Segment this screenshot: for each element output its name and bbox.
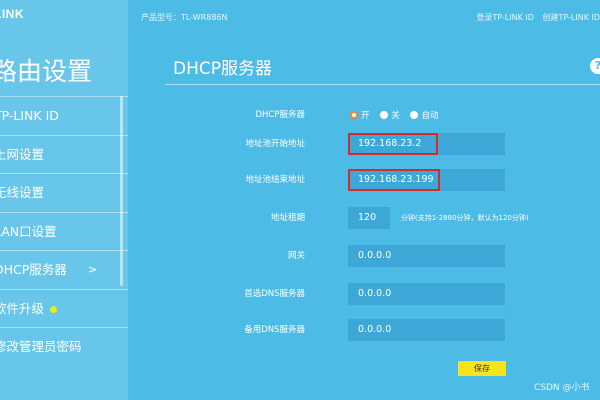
start-address-label: 地址池开始地址	[245, 139, 305, 149]
radio-on-label: 开	[361, 111, 370, 121]
chevron-right-icon: >	[88, 263, 98, 276]
radio-off[interactable]: 关	[380, 109, 400, 121]
login-link[interactable]: 登录TP-LINK ID	[476, 13, 534, 22]
update-dot-icon	[50, 305, 57, 313]
sidebar-menu: TP-LINK ID 上网设置 无线设置 LAN口设置 DHCP服务器 > 软件…	[0, 96, 128, 366]
gateway-label: 网关	[287, 251, 305, 261]
dns-primary-label: 首选DNS服务器	[244, 289, 305, 299]
dhcp-radio-group: 开 关 自动	[350, 109, 446, 121]
sidebar-item-firmware[interactable]: 软件升级	[0, 288, 128, 328]
dhcp-label: DHCP服务器	[255, 110, 306, 120]
save-button[interactable]: 保存	[458, 361, 506, 376]
help-icon[interactable]: ?	[590, 58, 600, 74]
start-address-input[interactable]: 192.168.23.2	[348, 133, 505, 155]
gateway-input[interactable]: 0.0.0.0	[348, 245, 505, 267]
radio-selected-icon	[350, 111, 358, 119]
sidebar-item-label: LAN口设置	[0, 223, 57, 239]
end-address-label: 地址池结束地址	[245, 175, 305, 185]
sidebar-item-dhcp[interactable]: DHCP服务器 >	[0, 250, 128, 289]
radio-on[interactable]: 开	[350, 109, 370, 121]
dns-secondary-row: 备用DNS服务器 0.0.0.0	[165, 319, 600, 341]
sidebar-scrollbar[interactable]	[120, 96, 123, 286]
sidebar-item-tplink-id[interactable]: TP-LINK ID	[0, 96, 128, 135]
sidebar-item-label: 修改管理员密码	[0, 339, 82, 354]
sidebar-item-label: 上网设置	[0, 146, 45, 162]
sidebar-item-admin-password[interactable]: 修改管理员密码	[0, 327, 128, 366]
sidebar: LINK 路由设置 TP-LINK ID 上网设置 无线设置 LAN口设置 DH…	[0, 0, 128, 400]
sidebar-item-label: 无线设置	[0, 185, 45, 200]
sidebar-title: 路由设置	[0, 57, 93, 86]
radio-auto[interactable]: 自动	[410, 109, 438, 121]
model-label: 产品型号：TL-WR886N	[141, 13, 228, 22]
radio-off-label: 关	[391, 111, 400, 121]
title-divider	[165, 84, 600, 85]
dns-primary-input[interactable]: 0.0.0.0	[348, 283, 505, 305]
sidebar-item-lan[interactable]: LAN口设置	[0, 211, 128, 251]
page-title: DHCP服务器	[173, 59, 272, 79]
create-account-link[interactable]: 创建TP-LINK ID	[542, 13, 600, 22]
sidebar-item-wireless[interactable]: 无线设置	[0, 173, 128, 212]
lease-row: 地址租期 120 分钟(支持1-2880分钟，默认为120分钟)	[165, 207, 600, 229]
end-address-input[interactable]: 192.168.23.199	[348, 169, 505, 191]
dns-secondary-label: 备用DNS服务器	[244, 325, 305, 335]
radio-unselected-icon	[380, 111, 389, 119]
dns-primary-row: 首选DNS服务器 0.0.0.0	[165, 283, 600, 305]
radio-unselected-icon	[410, 111, 419, 119]
watermark: CSDN @小书	[534, 383, 590, 393]
sidebar-item-label: DHCP服务器	[0, 262, 67, 277]
start-address-row: 地址池开始地址 192.168.23.2	[165, 133, 600, 155]
sidebar-item-label: 软件升级	[0, 300, 45, 316]
account-links: 登录TP-LINK ID 创建TP-LINK ID	[470, 12, 600, 23]
end-address-row: 地址池结束地址 192.168.23.199	[165, 169, 600, 191]
sidebar-item-label: TP-LINK ID	[0, 108, 59, 123]
radio-auto-label: 自动	[421, 111, 439, 121]
sidebar-item-internet[interactable]: 上网设置	[0, 134, 128, 174]
dhcp-toggle-row: DHCP服务器 开 关 自动	[165, 104, 600, 126]
lease-hint: 分钟(支持1-2880分钟，默认为120分钟)	[401, 214, 529, 222]
brand-logo: LINK	[0, 7, 24, 21]
dns-secondary-input[interactable]: 0.0.0.0	[348, 319, 505, 341]
lease-input[interactable]: 120	[348, 207, 390, 229]
gateway-row: 网关 0.0.0.0	[165, 245, 600, 267]
lease-label: 地址租期	[270, 213, 305, 223]
